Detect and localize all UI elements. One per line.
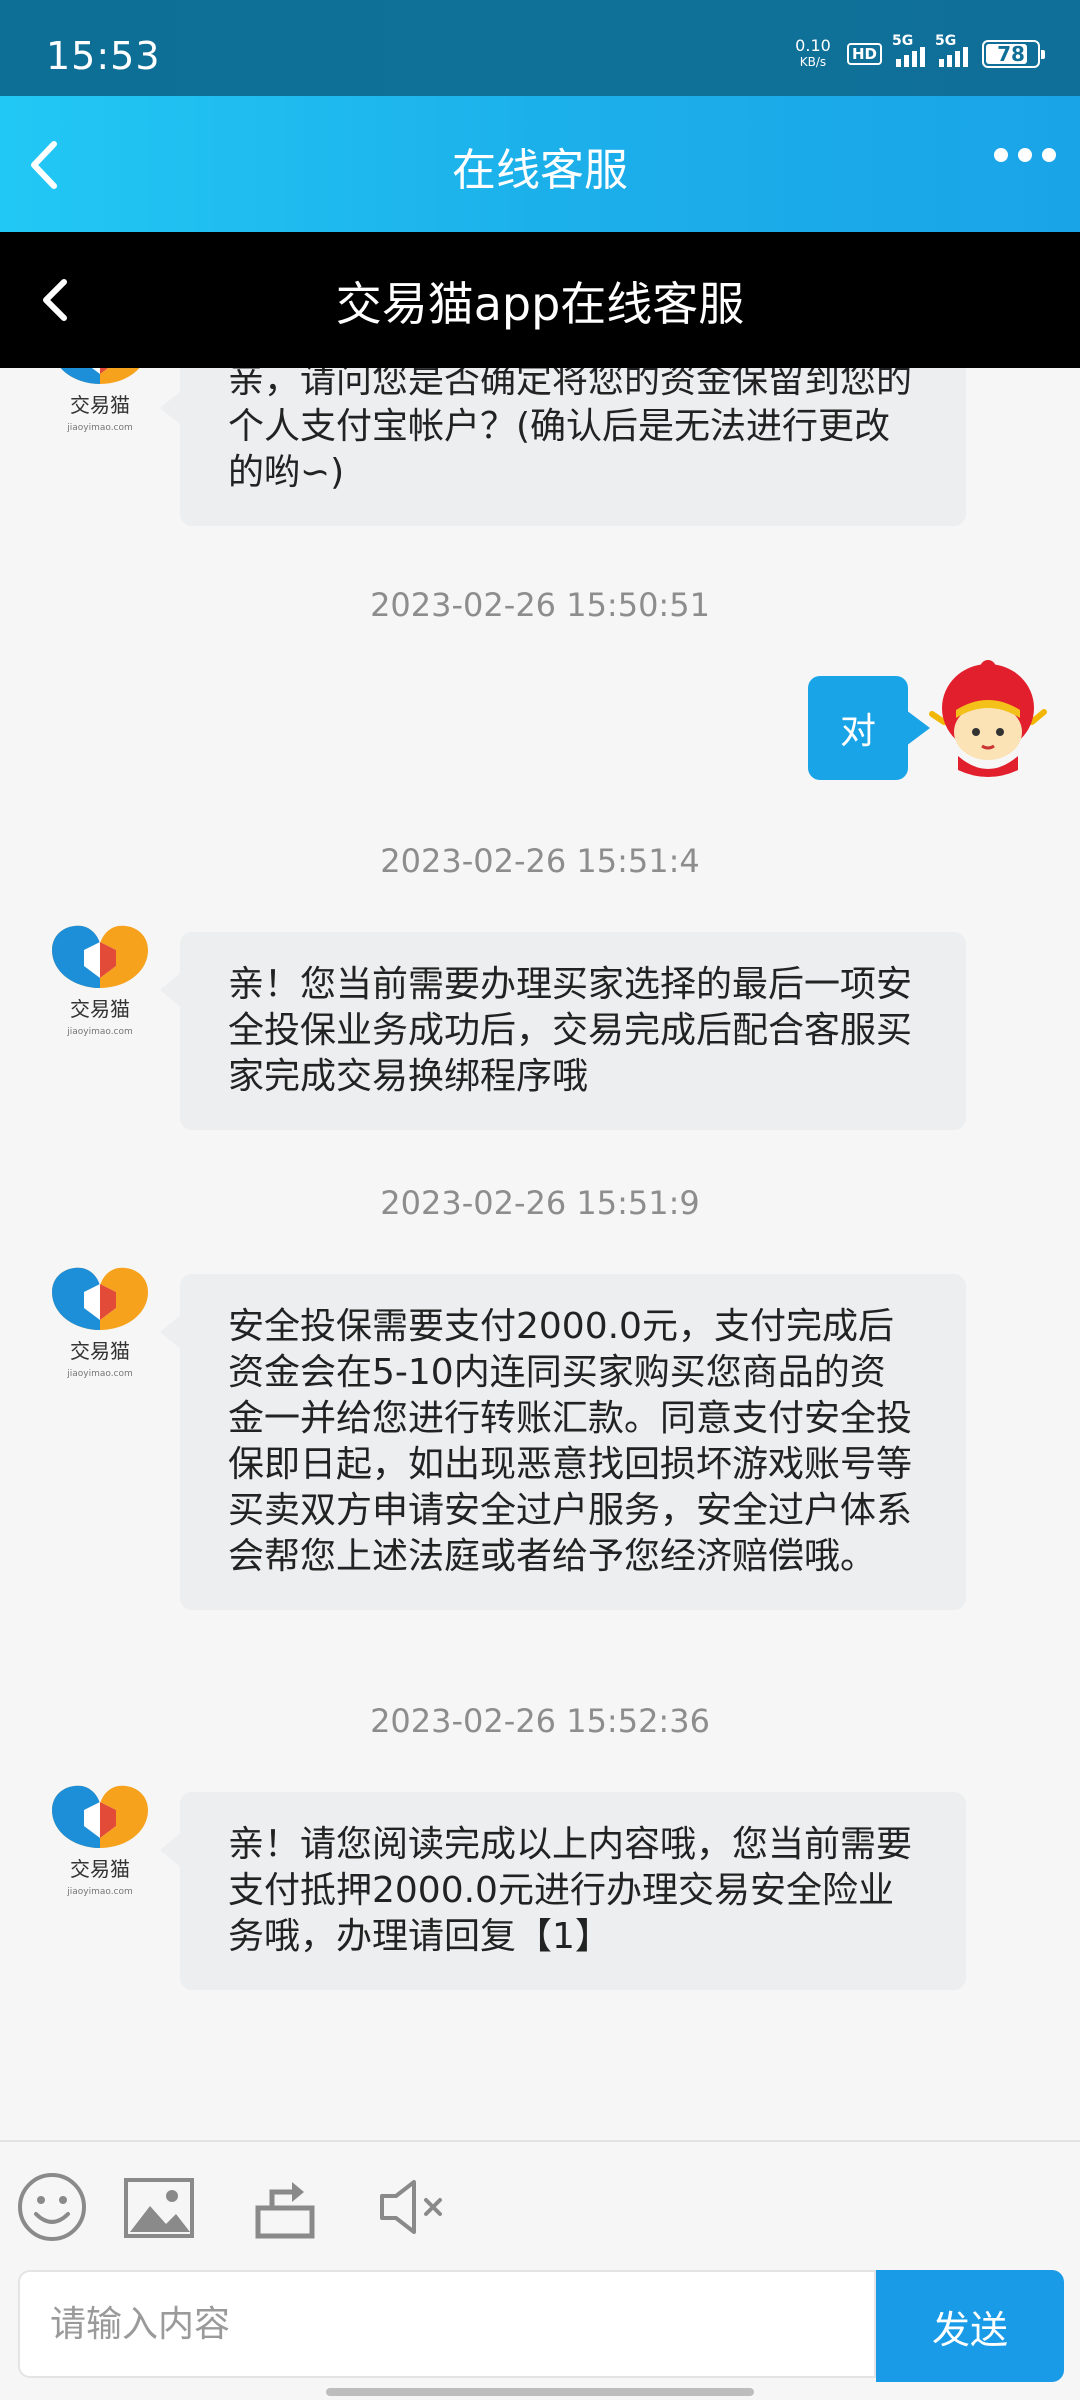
svg-text:jiaoyimao.com: jiaoyimao.com	[66, 1887, 133, 1897]
svg-text:jiaoyimao.com: jiaoyimao.com	[66, 1369, 133, 1379]
svg-text:jiaoyimao.com: jiaoyimao.com	[66, 423, 133, 433]
chat-list[interactable]: 交易猫 jiaoyimao.com 亲，请问您是否确定将您的资金保留到您的个人支…	[0, 368, 1080, 2140]
user-message: 对	[808, 676, 930, 780]
svg-text:交易猫: 交易猫	[70, 393, 130, 417]
service-logo-icon: 交易猫 jiaoyimao.com	[52, 1267, 148, 1379]
message-timestamp: 2023-02-26 15:52:36	[370, 1702, 710, 1740]
battery-level: 78	[997, 42, 1025, 66]
message-timestamp: 2023-02-26 15:51:4	[380, 842, 700, 880]
message-timestamp: 2023-02-26 15:51:9	[380, 1184, 700, 1222]
service-message: 安全投保需要支付2000.0元，支付完成后资金会在5-10内连同买家购买您商品的…	[160, 1274, 966, 1610]
network-speed-unit: KB/s	[799, 55, 827, 69]
image-icon[interactable]	[120, 2170, 200, 2244]
service-logo-icon: 交易猫 jiaoyimao.com	[52, 925, 148, 1037]
send-button[interactable]: 发送	[876, 2270, 1064, 2382]
transfer-icon[interactable]	[246, 2170, 326, 2244]
network-speed-value: 0.10	[795, 36, 831, 55]
service-logo-icon: 交易猫 jiaoyimao.com	[60, 368, 140, 433]
svg-text:jiaoyimao.com: jiaoyimao.com	[66, 1027, 133, 1037]
battery-icon: 78	[982, 40, 1045, 68]
service-message: 亲！您当前需要办理买家选择的最后一项安全投保业务成功后，交易完成后配合客服买家完…	[160, 932, 966, 1130]
composer: 发送	[0, 2266, 1080, 2400]
emoji-icon[interactable]	[14, 2170, 94, 2244]
sound-off-icon[interactable]	[374, 2170, 454, 2244]
signal-icon: 5G	[892, 33, 925, 67]
service-logo-icon: 交易猫 jiaoyimao.com	[52, 1785, 148, 1897]
app-header: 在线客服	[0, 96, 1080, 232]
service-message: 亲，请问您是否确定将您的资金保留到您的个人支付宝帐户？(确认后是无法进行更改的哟…	[160, 368, 966, 526]
status-time: 15:53	[46, 34, 161, 78]
page-title: 在线客服	[452, 145, 628, 196]
message-timestamp: 2023-02-26 15:50:51	[370, 586, 710, 624]
service-message: 亲！请您阅读完成以上内容哦，您当前需要支付抵押2000.0元进行办理交易安全险业…	[160, 1792, 966, 1990]
status-icons: 0.10 KB/s HD 5G 5G 78	[793, 33, 1045, 70]
message-input[interactable]	[18, 2270, 876, 2378]
chat-header: 交易猫app在线客服	[0, 232, 1080, 368]
signal-label-2: 5G	[935, 33, 957, 49]
signal-icon-2: 5G	[935, 33, 968, 67]
status-bar: 15:53 0.10 KB/s HD 5G 5G 78	[0, 0, 1080, 96]
more-icon[interactable]	[994, 148, 1056, 162]
user-avatar-icon[interactable]	[928, 660, 1048, 782]
network-speed: 0.10 KB/s	[793, 38, 833, 70]
chat-title: 交易猫app在线客服	[335, 277, 745, 331]
svg-text:交易猫: 交易猫	[70, 1857, 130, 1881]
chat-toolbar	[0, 2140, 1080, 2266]
svg-text:交易猫: 交易猫	[70, 1339, 130, 1363]
signal-label: 5G	[892, 33, 914, 49]
hd-icon: HD	[846, 43, 882, 65]
home-indicator[interactable]	[326, 2388, 754, 2396]
svg-text:交易猫: 交易猫	[70, 997, 130, 1021]
